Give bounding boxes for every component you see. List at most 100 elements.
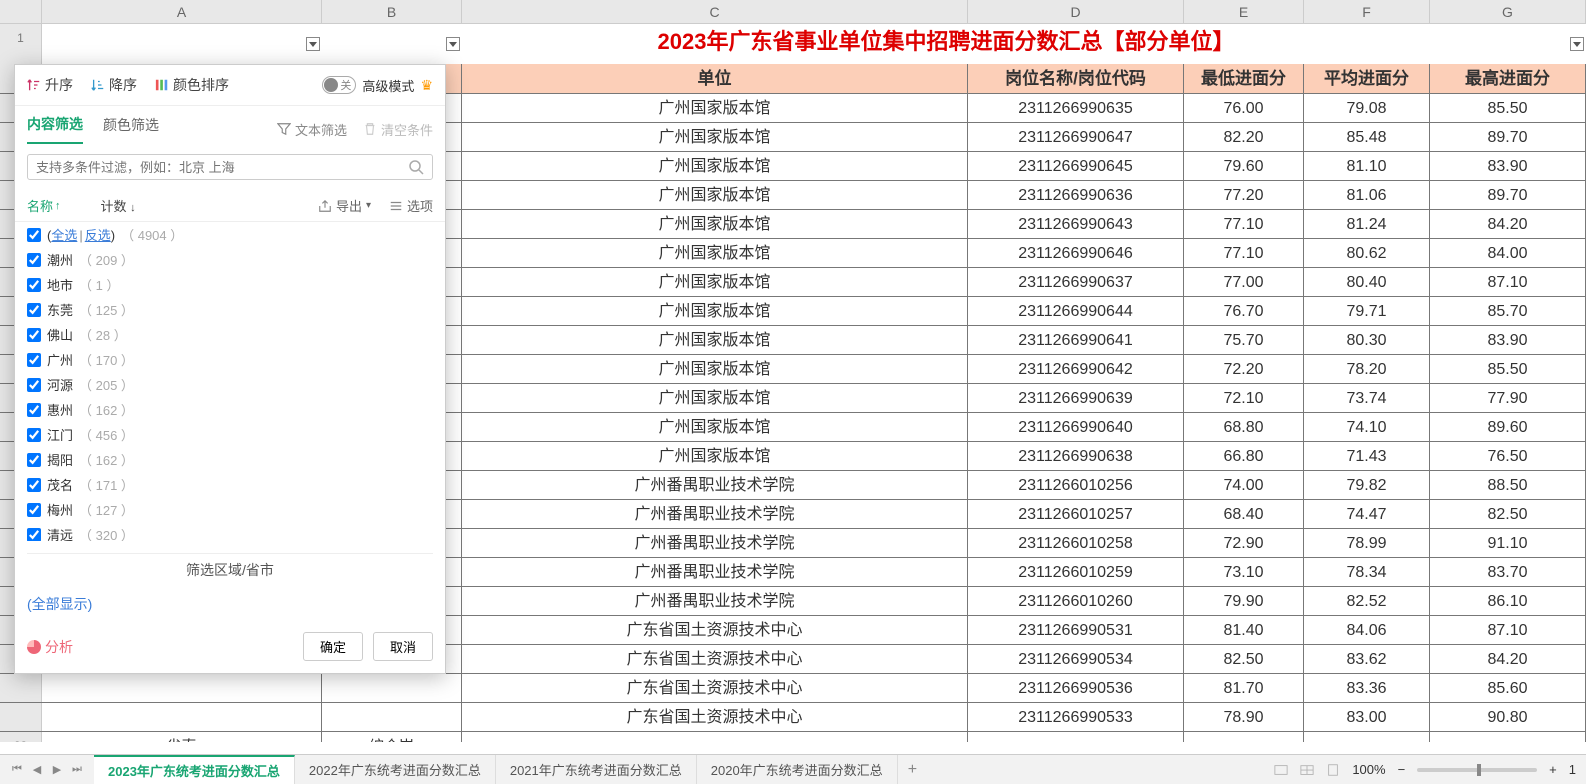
- cell-max[interactable]: 83.90: [1430, 152, 1586, 180]
- cell-unit[interactable]: 广州国家版本馆: [462, 442, 968, 470]
- select-all-checkbox[interactable]: [27, 228, 41, 242]
- add-sheet-button[interactable]: +: [898, 761, 927, 779]
- zoom-in-button[interactable]: +: [1549, 762, 1557, 777]
- sheet-first-button[interactable]: ⏮: [8, 761, 26, 779]
- sheet-tab[interactable]: 2023年广东统考进面分数汇总: [94, 755, 295, 784]
- row-header-23[interactable]: 23: [0, 732, 42, 742]
- sheet-tab[interactable]: 2022年广东统考进面分数汇总: [295, 755, 496, 784]
- cell-avg[interactable]: 81.06: [1304, 181, 1430, 209]
- cell-g1[interactable]: [1430, 24, 1586, 64]
- cell-max[interactable]: 83.70: [1430, 558, 1586, 586]
- cell-avg[interactable]: 80.30: [1304, 326, 1430, 354]
- name-col-sort[interactable]: 名称 ↑: [27, 196, 61, 215]
- cell-code[interactable]: 2311266990647: [968, 123, 1184, 151]
- filter-item[interactable]: 佛山（ 28 ）: [27, 322, 433, 347]
- cell-avg[interactable]: 79.08: [1304, 94, 1430, 122]
- filter-dropdown-icon[interactable]: [306, 37, 320, 51]
- cell-unit[interactable]: 广州国家版本馆: [462, 326, 968, 354]
- cell-avg[interactable]: 80.40: [1304, 268, 1430, 296]
- filter-search-box[interactable]: [27, 154, 433, 180]
- cell[interactable]: [322, 674, 462, 702]
- cell-unit[interactable]: 广州国家版本馆: [462, 123, 968, 151]
- cell-unit[interactable]: 广东省国土资源技术中心: [462, 703, 968, 731]
- filter-item-checkbox[interactable]: [27, 478, 41, 492]
- cell-unit[interactable]: 广州国家版本馆: [462, 152, 968, 180]
- cell-max[interactable]: 85.60: [1430, 674, 1586, 702]
- row-header[interactable]: [0, 703, 42, 731]
- cell-avg[interactable]: 83.00: [1304, 703, 1430, 731]
- cell-avg[interactable]: 80.62: [1304, 239, 1430, 267]
- cell-min[interactable]: 74.00: [1184, 471, 1304, 499]
- filter-item-checkbox[interactable]: [27, 528, 41, 542]
- filter-item[interactable]: 潮州（ 209 ）: [27, 247, 433, 272]
- cell-min[interactable]: 77.10: [1184, 210, 1304, 238]
- cell-code[interactable]: 2311266990637: [968, 268, 1184, 296]
- ok-button[interactable]: 确定: [303, 632, 363, 661]
- cell[interactable]: [322, 703, 462, 731]
- sheet-tab[interactable]: 2020年广东统考进面分数汇总: [697, 755, 898, 784]
- filter-item[interactable]: 清远（ 320 ）: [27, 522, 433, 541]
- cell-max[interactable]: 86.10: [1430, 587, 1586, 615]
- header-position[interactable]: 岗位名称/岗位代码: [968, 64, 1184, 93]
- cell-avg[interactable]: 85.48: [1304, 123, 1430, 151]
- cell-max[interactable]: 89.60: [1430, 413, 1586, 441]
- cell-min[interactable]: 81.40: [1184, 616, 1304, 644]
- header-max[interactable]: 最高进面分: [1430, 64, 1586, 93]
- cell-b23[interactable]: 综合岗: [322, 732, 462, 742]
- cell-max[interactable]: 85.50: [1430, 355, 1586, 383]
- options-button[interactable]: 选项: [389, 196, 433, 215]
- cell-max[interactable]: 90.80: [1430, 703, 1586, 731]
- cell-unit[interactable]: 广州番禺职业技术学院: [462, 500, 968, 528]
- filter-item-checkbox[interactable]: [27, 403, 41, 417]
- cell-code[interactable]: 2311266990638: [968, 442, 1184, 470]
- cell-avg[interactable]: 83.36: [1304, 674, 1430, 702]
- invert-link[interactable]: 反选: [85, 228, 111, 243]
- cell-max[interactable]: 84.20: [1430, 645, 1586, 673]
- col-header-a[interactable]: A: [42, 0, 322, 23]
- select-all-corner[interactable]: [0, 0, 42, 23]
- zoom-slider[interactable]: [1417, 768, 1537, 772]
- cell-code[interactable]: 2311266990646: [968, 239, 1184, 267]
- cell-min[interactable]: 82.50: [1184, 645, 1304, 673]
- cell-unit[interactable]: 广州国家版本馆: [462, 94, 968, 122]
- cell-code[interactable]: 2311266990636: [968, 181, 1184, 209]
- cell-max[interactable]: 85.70: [1430, 297, 1586, 325]
- filter-item[interactable]: 茂名（ 171 ）: [27, 472, 433, 497]
- filter-item-checkbox[interactable]: [27, 428, 41, 442]
- cell-min[interactable]: 81.70: [1184, 674, 1304, 702]
- sort-asc-button[interactable]: 升序: [27, 75, 73, 95]
- filter-item-checkbox[interactable]: [27, 378, 41, 392]
- filter-dropdown-icon[interactable]: [446, 37, 460, 51]
- cell-code[interactable]: 2311266990645: [968, 152, 1184, 180]
- cell-max[interactable]: 83.90: [1430, 326, 1586, 354]
- view-grid-icon[interactable]: [1300, 763, 1314, 777]
- row-header[interactable]: [0, 674, 42, 702]
- cell-min[interactable]: 73.10: [1184, 558, 1304, 586]
- cell-avg[interactable]: 78.34: [1304, 558, 1430, 586]
- color-sort-button[interactable]: 颜色排序: [155, 75, 229, 95]
- cell-code[interactable]: 2311266990531: [968, 616, 1184, 644]
- cell-min[interactable]: 75.70: [1184, 326, 1304, 354]
- cell-min[interactable]: 78.90: [1184, 703, 1304, 731]
- col-header-b[interactable]: B: [322, 0, 462, 23]
- filter-item[interactable]: 梅州（ 127 ）: [27, 497, 433, 522]
- text-filter-button[interactable]: 文本筛选: [277, 120, 347, 139]
- filter-value-list[interactable]: (全选|反选) （ 4904 ） 潮州（ 209 ）地市（ 1 ）东莞（ 125…: [15, 221, 445, 541]
- cell-min[interactable]: 68.40: [1184, 500, 1304, 528]
- cell-min[interactable]: 76.00: [1184, 94, 1304, 122]
- filter-item-checkbox[interactable]: [27, 328, 41, 342]
- cell-avg[interactable]: 79.71: [1304, 297, 1430, 325]
- col-header-g[interactable]: G: [1430, 0, 1586, 23]
- cell-min[interactable]: 79.90: [1184, 587, 1304, 615]
- cancel-button[interactable]: 取消: [373, 632, 433, 661]
- cell-unit[interactable]: 广州番禺职业技术学院: [462, 587, 968, 615]
- cell-unit[interactable]: 广州国家版本馆: [462, 181, 968, 209]
- select-all-link[interactable]: 全选: [51, 228, 77, 243]
- search-input[interactable]: [36, 160, 408, 175]
- cell-max[interactable]: 91.10: [1430, 529, 1586, 557]
- cell-code[interactable]: 2311266990639: [968, 384, 1184, 412]
- cell-avg[interactable]: 84.06: [1304, 616, 1430, 644]
- cell-avg[interactable]: 74.10: [1304, 413, 1430, 441]
- filter-item[interactable]: 河源（ 205 ）: [27, 372, 433, 397]
- header-unit[interactable]: 单位: [462, 64, 968, 93]
